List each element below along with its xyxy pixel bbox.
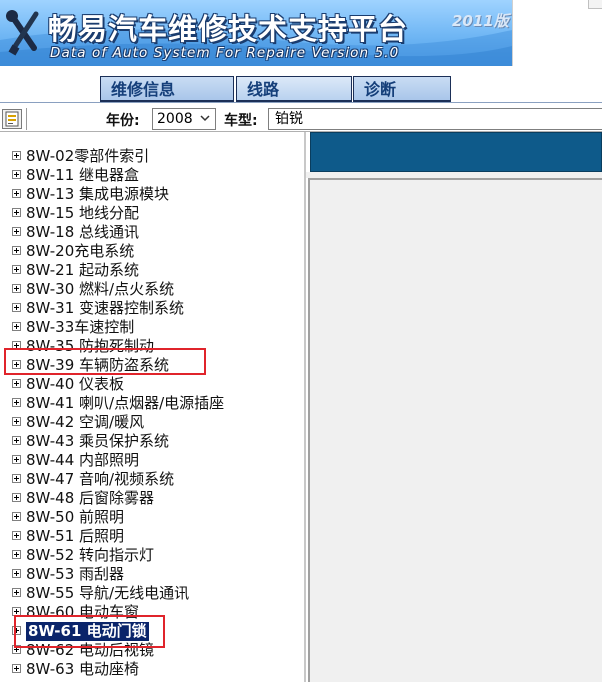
tree-item-label: 8W-50 前照明 [26,508,125,526]
chevron-down-icon [200,115,210,122]
banner-filler [512,0,602,66]
expand-plus-icon[interactable] [12,170,21,179]
expand-plus-icon[interactable] [12,227,21,236]
expand-plus-icon[interactable] [12,588,21,597]
tree-item-label: 8W-15 地线分配 [26,204,140,222]
model-label: 车型: [224,113,258,129]
tree-item-label: 8W-13 集成电源模块 [26,185,170,203]
expand-plus-icon[interactable] [12,379,21,388]
tree-panel-icon [5,111,19,127]
tab-maintenance-info[interactable]: 维修信息 [100,76,234,102]
tree-item-label: 8W-11 继电器盒 [26,166,140,184]
expand-plus-icon[interactable] [12,284,21,293]
tree-item-label: 8W-33车速控制 [26,318,135,336]
year-select[interactable]: 2008 [152,108,216,130]
tree-item-label: 8W-52 转向指示灯 [26,546,155,564]
expand-plus-icon[interactable] [12,246,21,255]
expand-plus-icon[interactable] [12,531,21,540]
highlight-box-power-door-lock [14,615,165,648]
tab-wiring[interactable]: 线路 [236,76,352,102]
tree-item-label: 8W-40 仪表板 [26,375,125,393]
tree-item-label: 8W-63 电动座椅 [26,660,140,678]
tab-divider [0,102,602,103]
app-subtitle: Data of Auto System For Repaire Version … [50,45,400,61]
tree-toggle-icon[interactable] [2,109,22,129]
tree-item-label: 8W-55 导航/无线电通讯 [26,584,190,602]
expand-plus-icon[interactable] [12,512,21,521]
expand-plus-icon[interactable] [12,417,21,426]
vehicle-selector: 年份: 2008 车型: 铂锐 [0,106,602,132]
year-value: 2008 [157,111,193,127]
tree-item-label: 8W-31 变速器控制系统 [26,299,185,317]
tree-item-label: 8W-02零部件索引 [26,147,150,165]
highlight-box-anti-theft [4,348,206,375]
toolbar-separator [26,108,27,130]
tree-item-label: 8W-41 喇叭/点烟器/电源插座 [26,394,225,412]
tree-item-label: 8W-20充电系统 [26,242,135,260]
expand-plus-icon[interactable] [12,151,21,160]
expand-plus-icon[interactable] [12,208,21,217]
expand-plus-icon[interactable] [12,303,21,312]
wrench-screwdriver-icon [6,10,39,56]
tree-item-label: 8W-43 乘员保护系统 [26,432,170,450]
tree-item-label: 8W-18 总线通讯 [26,223,140,241]
expand-plus-icon[interactable] [12,436,21,445]
model-field[interactable]: 铂锐 [268,108,602,130]
expand-plus-icon[interactable] [12,398,21,407]
app-banner: 畅易汽车维修技术支持平台 2011版 Data of Auto System F… [0,0,512,66]
tree-item-label: 8W-30 燃料/点火系统 [26,280,175,298]
tree-item-label: 8W-21 起动系统 [26,261,140,279]
app-title: 畅易汽车维修技术支持平台 [48,12,409,46]
expand-plus-icon[interactable] [12,569,21,578]
expand-plus-icon[interactable] [12,493,21,502]
tab-diagnosis[interactable]: 诊断 [353,76,451,102]
tree-item-label: 8W-42 空调/暖风 [26,413,145,431]
expand-plus-icon[interactable] [12,189,21,198]
app-version: 2011版 [452,12,509,30]
expand-plus-icon[interactable] [12,322,21,331]
tree-item-label: 8W-48 后窗除雾器 [26,489,155,507]
wiring-tree: 8W-02零部件索引 8W-11 继电器盒 8W-13 集成电源模块 8W-15… [0,132,306,682]
content-header-bar [310,132,602,172]
expand-plus-icon[interactable] [12,664,21,673]
year-label: 年份: [106,113,140,129]
tree-item-label: 8W-44 内部照明 [26,451,140,469]
expand-plus-icon[interactable] [12,265,21,274]
tree-item-label: 8W-47 音响/视频系统 [26,470,175,488]
main-tabs: 维修信息 线路 诊断 [0,76,602,104]
tree-item-label: 8W-53 雨刮器 [26,565,125,583]
content-pane [308,178,602,682]
expand-plus-icon[interactable] [12,455,21,464]
frame-corner [588,0,602,9]
model-value: 铂锐 [275,111,303,127]
expand-plus-icon[interactable] [12,474,21,483]
expand-plus-icon[interactable] [12,550,21,559]
tree-item-label: 8W-51 后照明 [26,527,125,545]
